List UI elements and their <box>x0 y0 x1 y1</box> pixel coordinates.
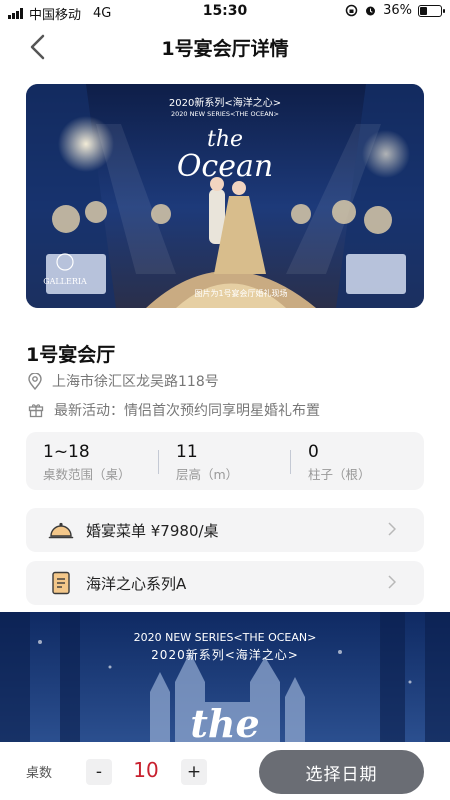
stat-label: 层高（m） <box>176 467 239 482</box>
table-count-label: 桌数 <box>26 766 53 781</box>
battery-icon <box>418 4 445 17</box>
hall-stats: 1~18 桌数范围（桌） 11 层高（m） 0 柱子（根） <box>26 432 424 490</box>
gift-icon <box>28 404 44 418</box>
battery-percent: 36% <box>383 3 412 18</box>
hero-caption: 图片为1号宴会厅婚礼现场 <box>194 288 287 298</box>
decor-series-label: 海洋之心系列A <box>86 575 187 593</box>
stat-value: 11 <box>176 442 198 462</box>
banner-series-en: 2020 NEW SERIES<THE OCEAN> <box>134 631 317 644</box>
alarm-icon <box>366 6 376 16</box>
promo-row: 最新活动：情侣首次预约同享明星婚礼布置 <box>28 400 320 420</box>
stat-label: 柱子（根） <box>308 467 371 482</box>
address-row[interactable]: 上海市徐汇区龙吴路118号 <box>28 371 219 391</box>
banquet-menu-label: 婚宴菜单 ¥7980/桌 <box>86 522 219 540</box>
cloche-icon <box>48 522 74 539</box>
select-date-button[interactable]: 选择日期 <box>259 750 424 794</box>
hero-script-line2: Ocean <box>177 149 273 184</box>
nav-bar: 1号宴会厅详情 <box>0 26 450 68</box>
hall-address: 上海市徐汇区龙吴路118号 <box>52 374 219 390</box>
hero-series-en: 2020 NEW SERIES<THE OCEAN> <box>171 110 279 118</box>
status-bar: 中国移动 4G 15:30 36% <box>0 0 450 24</box>
stat-divider <box>290 450 291 474</box>
table-count-value[interactable]: 10 <box>116 758 176 782</box>
stat-value: 0 <box>308 442 319 462</box>
rotation-lock-icon <box>345 4 358 17</box>
banner-series-cn: 2020新系列<海洋之心> <box>151 647 299 662</box>
decor-series-card[interactable]: 海洋之心系列A <box>26 561 424 605</box>
chevron-right-icon <box>388 575 396 589</box>
wedding-hall-photo: 2020新系列<海洋之心> 2020 NEW SERIES<THE OCEAN>… <box>26 84 424 308</box>
series-banner[interactable]: 2020 NEW SERIES<THE OCEAN> 2020新系列<海洋之心>… <box>0 612 450 742</box>
location-pin-icon <box>28 372 42 390</box>
chevron-right-icon <box>388 522 396 536</box>
stat-table-range: 1~18 桌数范围（桌） <box>43 442 131 483</box>
hero-series-cn: 2020新系列<海洋之心> <box>169 96 281 109</box>
increase-button[interactable]: + <box>181 759 207 785</box>
stat-pillars: 0 柱子（根） <box>308 442 371 483</box>
promo-text: 最新活动：情侣首次预约同享明星婚礼布置 <box>54 403 320 419</box>
hero-brand: GALLERIA <box>43 277 87 286</box>
decrease-button[interactable]: - <box>86 759 112 785</box>
banquet-menu-card[interactable]: 婚宴菜单 ¥7980/桌 <box>26 508 424 552</box>
page-title: 1号宴会厅详情 <box>161 38 289 60</box>
booking-bar: 桌数 - 10 + 选择日期 <box>0 742 450 800</box>
stat-value: 1~18 <box>43 442 90 462</box>
document-icon <box>52 571 70 595</box>
ocean-series-photo: 2020 NEW SERIES<THE OCEAN> 2020新系列<海洋之心>… <box>0 612 450 742</box>
hero-photo[interactable]: 2020新系列<海洋之心> 2020 NEW SERIES<THE OCEAN>… <box>26 84 424 308</box>
hall-name: 1号宴会厅 <box>26 344 116 366</box>
stat-divider <box>158 450 159 474</box>
stat-ceiling-height: 11 层高（m） <box>176 442 238 483</box>
banner-script: the <box>190 701 259 742</box>
stat-label: 桌数范围（桌） <box>43 467 131 482</box>
